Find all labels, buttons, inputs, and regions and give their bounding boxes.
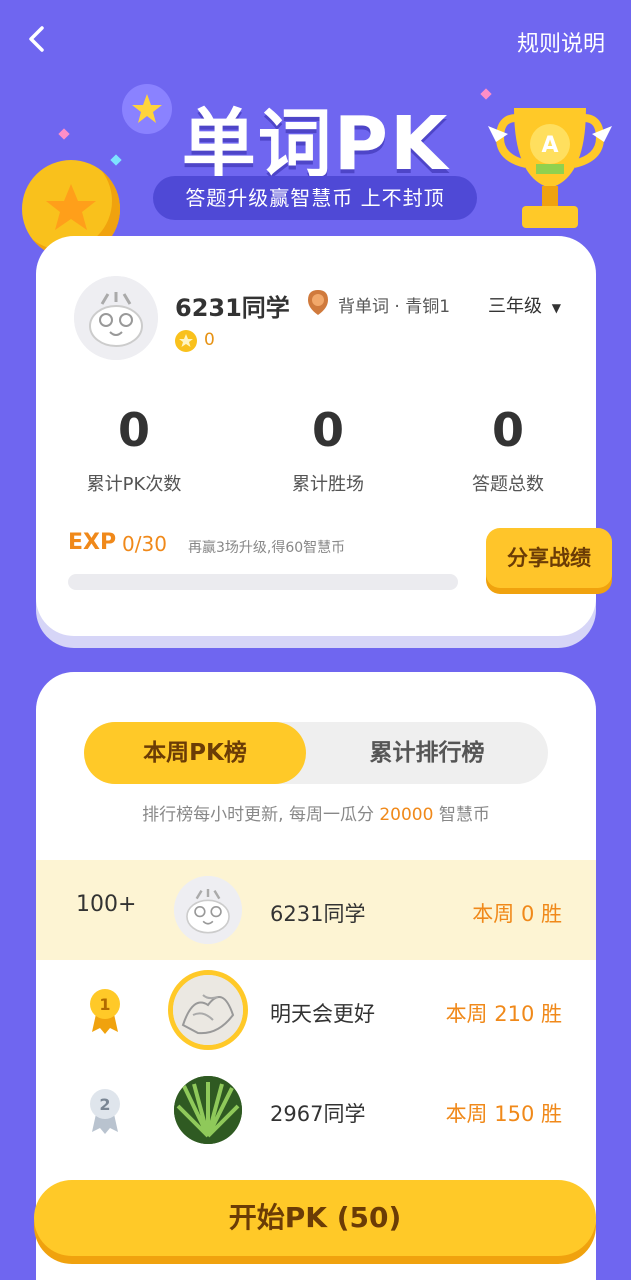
tab-total[interactable]: 累计排行榜 bbox=[306, 722, 548, 784]
gold-medal-icon: 1 bbox=[90, 989, 120, 1034]
tab-weekly[interactable]: 本周PK榜 bbox=[84, 722, 306, 784]
coin-count: 0 bbox=[204, 330, 215, 350]
stat-label: 累计胜场 bbox=[292, 474, 364, 495]
grade-label: 三年级 bbox=[488, 296, 542, 317]
grade-dropdown[interactable]: 三年级 ▼ bbox=[488, 292, 561, 318]
stat-label: 累计PK次数 bbox=[86, 474, 182, 495]
svg-text:1: 1 bbox=[99, 995, 110, 1014]
avatar bbox=[174, 1076, 242, 1144]
exp-progress-bar bbox=[68, 574, 458, 590]
svg-text:A: A bbox=[541, 133, 558, 158]
exp-value: 0/30 bbox=[122, 532, 167, 556]
row-name: 2967同学 bbox=[270, 1102, 366, 1126]
silver-medal-icon: 2 bbox=[90, 1089, 120, 1134]
ranking-note: 排行榜每小时更新, 每周一瓜分 20000 智慧币 bbox=[36, 800, 596, 825]
caret-down-icon: ▼ bbox=[551, 301, 561, 315]
row-name: 明天会更好 bbox=[270, 1002, 375, 1026]
avatar bbox=[74, 276, 158, 360]
table-row[interactable]: 2 2967同学 本周 150 胜 bbox=[36, 1060, 596, 1160]
row-wins: 本周 210 胜 bbox=[445, 1002, 562, 1026]
note-amount: 20000 bbox=[379, 805, 434, 825]
row-wins: 本周 0 胜 bbox=[472, 902, 562, 926]
exp-label: EXP bbox=[68, 530, 117, 555]
svg-text:2: 2 bbox=[99, 1095, 110, 1114]
username: 6231同学 bbox=[175, 294, 290, 322]
note-suffix: 智慧币 bbox=[433, 805, 490, 825]
rules-link[interactable]: 规则说明 bbox=[517, 26, 605, 58]
exp-hint: 再赢3场升级,得60智慧币 bbox=[188, 540, 346, 556]
chevron-left-icon bbox=[29, 26, 44, 52]
stat-pk-count: 0 累计PK次数 bbox=[54, 402, 214, 496]
stat-value: 0 bbox=[491, 403, 524, 457]
trophy-icon: A bbox=[488, 108, 612, 228]
table-row[interactable]: 1 明天会更好 本周 210 胜 bbox=[36, 960, 596, 1060]
stat-answers: 0 答题总数 bbox=[428, 402, 588, 496]
row-wins: 本周 150 胜 bbox=[445, 1102, 562, 1126]
stat-value: 0 bbox=[117, 403, 150, 457]
share-results-button[interactable]: 分享战绩 bbox=[486, 528, 612, 588]
stat-label: 答题总数 bbox=[472, 474, 544, 495]
rank-position: 100+ bbox=[76, 892, 137, 917]
level-text: 背单词 · 青铜1 bbox=[338, 297, 451, 317]
back-button[interactable] bbox=[22, 24, 52, 54]
table-row[interactable]: 100+ 6231同学 本周 0 胜 bbox=[36, 860, 596, 960]
rank-badge-icon bbox=[308, 290, 328, 315]
note-prefix: 排行榜每小时更新, 每周一瓜分 bbox=[142, 805, 380, 825]
page-subtitle: 答题升级赢智慧币 上不封顶 bbox=[153, 176, 477, 220]
hero-banner: 单词PK 答题升级赢智慧币 上不封顶 A bbox=[0, 70, 631, 258]
coin-icon bbox=[175, 330, 197, 352]
avatar bbox=[168, 970, 248, 1050]
start-pk-button[interactable]: 开始PK (50) bbox=[34, 1180, 596, 1256]
stat-value: 0 bbox=[311, 403, 344, 457]
stat-wins: 0 累计胜场 bbox=[248, 402, 408, 496]
avatar bbox=[174, 876, 242, 944]
ranking-tabs: 本周PK榜 累计排行榜 bbox=[84, 722, 548, 784]
row-name: 6231同学 bbox=[270, 902, 366, 926]
